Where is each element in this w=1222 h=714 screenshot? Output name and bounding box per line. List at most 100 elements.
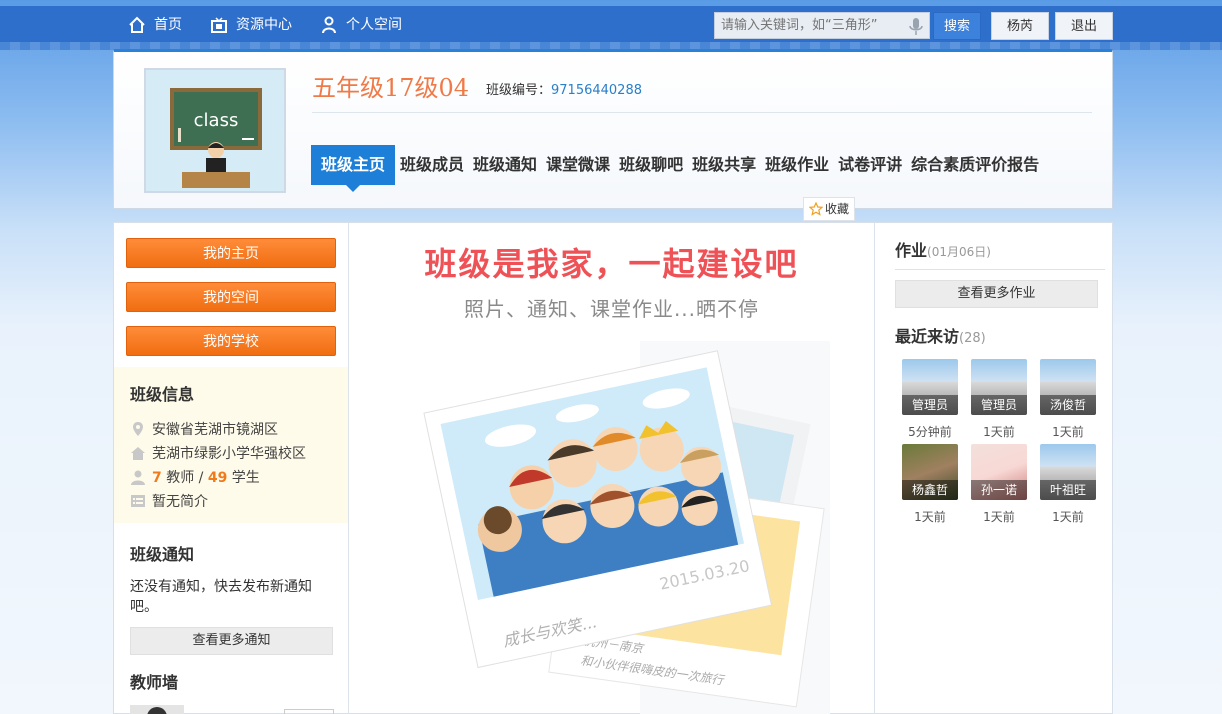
homework-divider <box>895 269 1105 270</box>
microphone-icon[interactable] <box>907 16 925 36</box>
tab-quality-report[interactable]: 综合素质评价报告 <box>907 145 1043 185</box>
visitor-name: 杨鑫哲 <box>902 480 958 500</box>
my-homepage-button[interactable]: 我的主页 <box>126 238 336 268</box>
visitor-name: 孙一诺 <box>971 480 1027 500</box>
student-label: 学生 <box>231 470 260 486</box>
student-count: 49 <box>207 470 228 486</box>
class-member-count: 7 教师 / 49 学生 <box>130 467 260 487</box>
tab-class-homework[interactable]: 班级作业 <box>761 145 833 185</box>
homework-date: (01月06日) <box>927 245 991 259</box>
tab-micro-lessons[interactable]: 课堂微课 <box>542 145 614 185</box>
header-divider <box>312 112 1092 113</box>
my-space-button[interactable]: 我的空间 <box>126 282 336 312</box>
class-header: class 五年级17级04 班级编号：97156440288 班级主页 班级成… <box>113 49 1113 209</box>
search-button[interactable]: 搜索 <box>933 12 981 40</box>
list-icon <box>131 495 145 507</box>
banner-title: 班级是我家，一起建设吧 <box>424 245 799 283</box>
tab-class-share[interactable]: 班级共享 <box>688 145 760 185</box>
more-homework-button[interactable]: 查看更多作业 <box>895 280 1098 308</box>
top-navigation-bar: 首页 资源中心 个人空间 搜索 杨芮 退出 <box>0 6 1222 50</box>
visitor-name: 管理员 <box>971 395 1027 415</box>
visitor-time: 1天前 <box>983 425 1015 439</box>
search-input[interactable] <box>715 13 907 38</box>
star-icon <box>808 202 823 216</box>
visitor-avatar: 杨鑫哲 <box>902 444 958 500</box>
visitor-item[interactable]: 叶祖旺 1天前 <box>1040 444 1096 525</box>
visitor-avatar: 管理员 <box>971 359 1027 415</box>
visitor-time: 1天前 <box>914 510 946 524</box>
teacher-count: 7 <box>152 470 162 486</box>
class-code-value: 97156440288 <box>551 83 642 98</box>
homework-title: 作业 <box>895 241 928 260</box>
homework-heading: 作业(01月06日) <box>895 237 991 261</box>
class-location: 安徽省芜湖市镜湖区 <box>130 419 278 439</box>
nav-home-label: 首页 <box>154 17 182 33</box>
location-text: 安徽省芜湖市镜湖区 <box>152 422 278 438</box>
visitor-time: 1天前 <box>1052 425 1084 439</box>
visitor-item[interactable]: 管理员 5分钟前 <box>902 359 958 440</box>
nav-personal-space[interactable]: 个人空间 <box>320 6 402 44</box>
user-icon <box>322 16 336 34</box>
class-banner: 班级是我家，一起建设吧 照片、通知、课堂作业...晒不停 杭州 杭州－南京 和小… <box>350 223 873 714</box>
user-button[interactable]: 杨芮 <box>991 12 1049 40</box>
class-code: 班级编号：97156440288 <box>486 79 642 98</box>
nav-resource-label: 资源中心 <box>236 17 292 33</box>
tab-class-members[interactable]: 班级成员 <box>396 145 468 185</box>
class-info-title: 班级信息 <box>130 385 195 404</box>
class-notice-title: 班级通知 <box>130 545 195 564</box>
search-box <box>714 12 930 39</box>
visitor-name: 汤俊哲 <box>1040 395 1096 415</box>
tab-class-chat[interactable]: 班级聊吧 <box>615 145 687 185</box>
right-sidebar: 作业(01月06日) 查看更多作业 最近来访(28) 管理员 5分钟前 管理员 … <box>874 223 1114 714</box>
logout-button[interactable]: 退出 <box>1055 12 1113 40</box>
tab-exam-review[interactable]: 试卷评讲 <box>834 145 906 185</box>
tab-class-home[interactable]: 班级主页 <box>311 145 396 192</box>
visitor-avatar: 管理员 <box>902 359 958 415</box>
visitor-name: 叶祖旺 <box>1040 480 1096 500</box>
intro-text: 暂无简介 <box>152 494 208 510</box>
visitor-avatar: 汤俊哲 <box>1040 359 1096 415</box>
nav-home[interactable]: 首页 <box>128 6 182 44</box>
recent-visitors-title: 最近来访 <box>895 327 960 346</box>
teacher-wall-control[interactable] <box>284 709 334 714</box>
notice-empty-text: 还没有通知，快去发布新通知吧。 <box>130 579 312 615</box>
person-icon <box>131 470 145 485</box>
photo-illustration: 杭州 杭州－南京 和小伙伴很嗨皮的一次旅行 <box>423 341 830 714</box>
visitor-avatar: 孙一诺 <box>971 444 1027 500</box>
location-pin-icon <box>133 422 143 436</box>
visitor-item[interactable]: 杨鑫哲 1天前 <box>902 444 958 525</box>
tab-class-notices[interactable]: 班级通知 <box>469 145 541 185</box>
recent-visitors-count: (28) <box>959 331 986 346</box>
class-school: 芜湖市绿影小学华强校区 <box>130 443 306 463</box>
school-text: 芜湖市绿影小学华强校区 <box>152 446 306 462</box>
home-icon <box>129 16 145 33</box>
visitor-time: 1天前 <box>983 510 1015 524</box>
more-notices-button[interactable]: 查看更多通知 <box>130 627 333 655</box>
nav-personal-label: 个人空间 <box>346 17 402 33</box>
class-avatar[interactable]: class <box>144 68 286 193</box>
resource-icon <box>211 17 227 33</box>
my-school-button[interactable]: 我的学校 <box>126 326 336 356</box>
class-name: 五年级17级04 <box>312 74 470 102</box>
recent-visitors-heading: 最近来访(28) <box>895 323 986 347</box>
left-sidebar: 我的主页 我的空间 我的学校 班级信息 安徽省芜湖市镜湖区 芜湖市绿影小学华强校… <box>114 223 349 714</box>
chalkboard-text: class <box>194 110 239 131</box>
banner-subtitle: 照片、通知、课堂作业...晒不停 <box>463 297 760 321</box>
class-intro: 暂无简介 <box>130 491 208 511</box>
teacher-avatar[interactable] <box>130 705 184 714</box>
visitor-time: 1天前 <box>1052 510 1084 524</box>
visitor-item[interactable]: 孙一诺 1天前 <box>971 444 1027 525</box>
visitor-item[interactable]: 管理员 1天前 <box>971 359 1027 440</box>
class-code-label: 班级编号： <box>486 83 552 98</box>
class-tabs: 班级主页 班级成员 班级通知 课堂微课 班级聊吧 班级共享 班级作业 试卷评讲 … <box>311 144 1044 192</box>
main-panel: 我的主页 我的空间 我的学校 班级信息 安徽省芜湖市镜湖区 芜湖市绿影小学华强校… <box>113 222 1113 714</box>
class-info-panel: 班级信息 安徽省芜湖市镜湖区 芜湖市绿影小学华强校区 7 教师 / 49 学生 … <box>114 367 348 523</box>
visitor-item[interactable]: 汤俊哲 1天前 <box>1040 359 1096 440</box>
visitor-avatar: 叶祖旺 <box>1040 444 1096 500</box>
favorite-button[interactable]: 收藏 <box>803 197 855 221</box>
visitor-time: 5分钟前 <box>908 425 952 439</box>
nav-resource-center[interactable]: 资源中心 <box>210 6 292 44</box>
school-icon <box>131 447 145 460</box>
favorite-label: 收藏 <box>824 202 849 216</box>
count-separator: / <box>198 470 204 486</box>
